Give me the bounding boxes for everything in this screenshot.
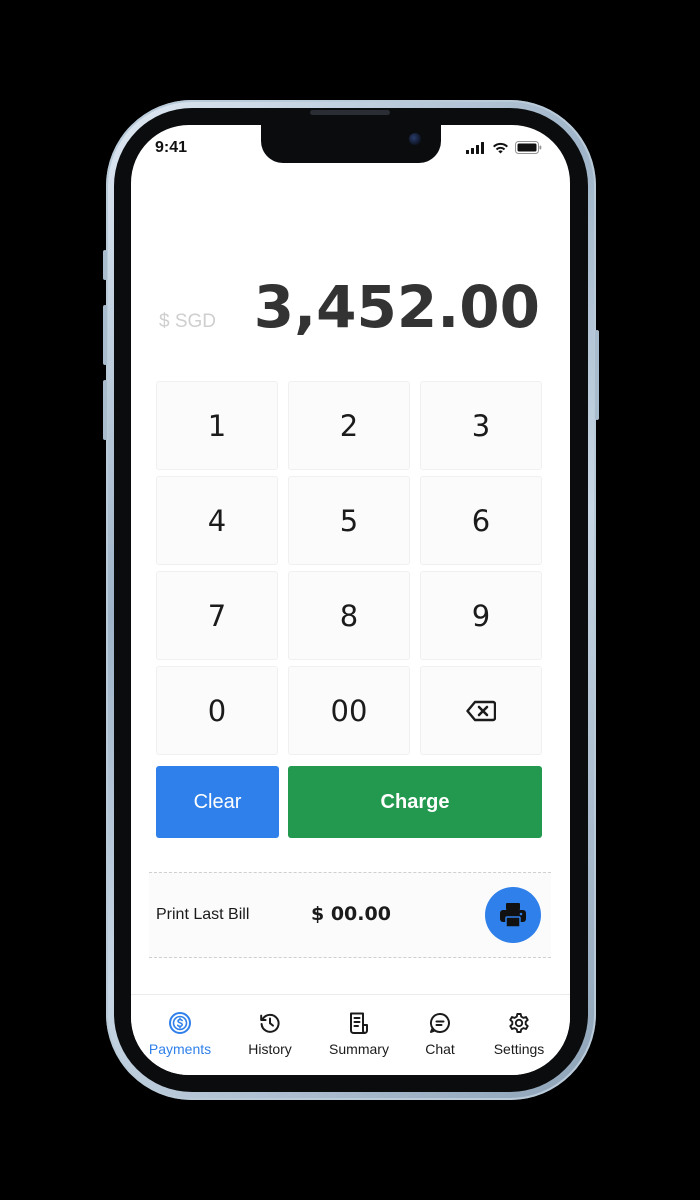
key-4[interactable]: 4 (156, 476, 278, 565)
phone-screen: 9:41 $ SGD 3,452.00 1 2 3 4 5 6 7 8 9 0 … (131, 125, 570, 1075)
printer-icon (500, 903, 526, 928)
phone-side-button-power (595, 330, 599, 420)
status-time: 9:41 (155, 139, 188, 156)
backspace-icon (466, 700, 496, 721)
nav-item-payments[interactable]: Payments (140, 1011, 220, 1057)
receipt-icon (350, 1012, 368, 1034)
key-8[interactable]: 8 (288, 571, 410, 660)
key-6[interactable]: 6 (420, 476, 542, 565)
bottom-navigation: Payments History Summary Chat Settings (131, 994, 570, 1075)
currency-label: $ SGD (159, 311, 217, 332)
key-9[interactable]: 9 (420, 571, 542, 660)
wifi-icon (493, 142, 508, 154)
nav-item-history[interactable]: History (230, 1011, 310, 1057)
numeric-keypad: 1 2 3 4 5 6 7 8 9 0 00 (156, 381, 544, 755)
key-3[interactable]: 3 (420, 381, 542, 470)
status-icons (466, 141, 542, 154)
nav-item-chat[interactable]: Chat (400, 1011, 480, 1057)
gear-icon (509, 1013, 529, 1033)
last-bill-amount: $ 00.00 (311, 903, 391, 925)
nav-label-history: History (248, 1041, 292, 1057)
key-0[interactable]: 0 (156, 666, 278, 755)
print-last-bill-label: Print Last Bill (156, 906, 250, 923)
stage: 9:41 $ SGD 3,452.00 1 2 3 4 5 6 7 8 9 0 … (0, 0, 700, 1200)
print-last-bill-row: Print Last Bill $ 00.00 (149, 872, 551, 958)
key-7[interactable]: 7 (156, 571, 278, 660)
notch (261, 125, 441, 163)
phone-side-button-volume-up (103, 305, 107, 365)
nav-label-payments: Payments (148, 1041, 212, 1057)
phone-side-button-volume-down (103, 380, 107, 440)
action-buttons: Clear Charge (156, 766, 544, 838)
nav-item-settings[interactable]: Settings (479, 1011, 559, 1057)
print-button[interactable] (485, 887, 541, 943)
nav-item-summary[interactable]: Summary (319, 1011, 399, 1057)
key-1[interactable]: 1 (156, 381, 278, 470)
charge-button[interactable]: Charge (288, 766, 542, 838)
nav-label-settings: Settings (493, 1041, 545, 1057)
nav-label-summary: Summary (329, 1041, 389, 1057)
front-camera-icon (409, 133, 421, 145)
key-5[interactable]: 5 (288, 476, 410, 565)
speaker-grille (310, 110, 390, 115)
amount-display: 3,452.00 (253, 273, 540, 341)
backspace-key[interactable] (420, 666, 542, 755)
battery-icon (515, 141, 542, 154)
nav-label-chat: Chat (425, 1041, 455, 1057)
chat-icon (429, 1012, 450, 1033)
history-icon (260, 1013, 280, 1033)
cellular-signal-icon (466, 142, 484, 154)
key-00[interactable]: 00 (288, 666, 410, 755)
key-2[interactable]: 2 (288, 381, 410, 470)
dollar-circle-icon (169, 1012, 191, 1034)
phone-side-button-silent (103, 250, 107, 280)
clear-button[interactable]: Clear (156, 766, 279, 838)
